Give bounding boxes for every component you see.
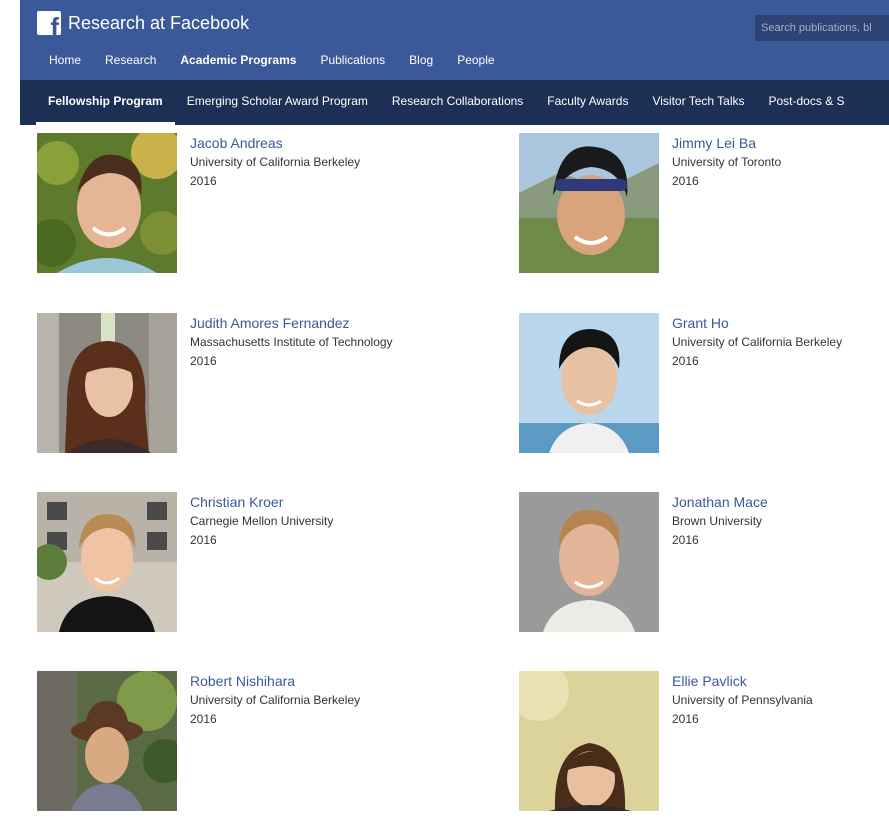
sub-nav: Fellowship Program Emerging Scholar Awar… (20, 80, 889, 125)
fellow-card: Jacob Andreas University of California B… (37, 133, 457, 293)
fellow-card: Grant Ho University of California Berkel… (519, 313, 889, 473)
fellow-info: Grant Ho University of California Berkel… (672, 315, 842, 369)
top-header: f Research at Facebook Search publicatio… (20, 0, 889, 80)
fellow-year: 2016 (190, 174, 217, 188)
fellow-name[interactable]: Grant Ho (672, 315, 842, 331)
fellow-info: Ellie Pavlick University of Pennsylvania… (672, 673, 813, 727)
subnav-visitor-tech-talks[interactable]: Visitor Tech Talks (640, 80, 756, 125)
fellow-info: Christian Kroer Carnegie Mellon Universi… (190, 494, 333, 548)
fellow-card: Christian Kroer Carnegie Mellon Universi… (37, 492, 457, 652)
fellow-year: 2016 (672, 354, 699, 368)
fellow-school: University of Pennsylvania (672, 693, 813, 707)
fellow-card: Jonathan Mace Brown University 2016 (519, 492, 889, 652)
fellow-year: 2016 (190, 712, 217, 726)
fellow-photo[interactable] (519, 671, 659, 811)
fellow-school: Carnegie Mellon University (190, 514, 334, 528)
fellow-name[interactable]: Jacob Andreas (190, 135, 360, 151)
fellow-photo[interactable] (37, 492, 177, 632)
fellow-year: 2016 (672, 174, 699, 188)
fellow-year: 2016 (672, 712, 699, 726)
nav-home[interactable]: Home (20, 44, 93, 80)
fellow-card: Judith Amores Fernandez Massachusetts In… (37, 313, 457, 473)
fellow-name[interactable]: Robert Nishihara (190, 673, 360, 689)
fellow-photo[interactable] (37, 671, 177, 811)
fellow-name[interactable]: Ellie Pavlick (672, 673, 813, 689)
fellow-info: Judith Amores Fernandez Massachusetts In… (190, 315, 393, 369)
subnav-fellowship-program[interactable]: Fellowship Program (20, 80, 175, 125)
site-title: Research at Facebook (68, 13, 250, 33)
fellow-school: Brown University (672, 514, 763, 528)
fellow-info: Jonathan Mace Brown University 2016 (672, 494, 768, 548)
fellow-card: Robert Nishihara University of Californi… (37, 671, 457, 831)
nav-blog[interactable]: Blog (397, 44, 445, 80)
fellow-school: Massachusetts Institute of Technology (190, 335, 393, 349)
fellow-school: University of Toronto (672, 155, 782, 169)
nav-people[interactable]: People (445, 44, 506, 80)
subnav-emerging-scholar[interactable]: Emerging Scholar Award Program (175, 80, 380, 125)
fellow-card: Ellie Pavlick University of Pennsylvania… (519, 671, 889, 831)
nav-research[interactable]: Research (93, 44, 168, 80)
subnav-post-docs[interactable]: Post-docs & S (757, 80, 857, 125)
fellow-school: University of California Berkeley (190, 693, 361, 707)
fellow-photo[interactable] (37, 313, 177, 453)
search-input[interactable]: Search publications, bl (755, 15, 889, 41)
fellow-name[interactable]: Christian Kroer (190, 494, 333, 510)
nav-academic-programs[interactable]: Academic Programs (168, 44, 308, 80)
subnav-faculty-awards[interactable]: Faculty Awards (535, 80, 640, 125)
fellow-card: Jimmy Lei Ba University of Toronto 2016 (519, 133, 889, 293)
fellow-school: University of California Berkeley (190, 155, 361, 169)
fellow-year: 2016 (190, 533, 217, 547)
facebook-logo-icon: f (37, 11, 61, 35)
fellow-name[interactable]: Jimmy Lei Ba (672, 135, 781, 151)
subnav-research-collaborations[interactable]: Research Collaborations (380, 80, 535, 125)
fellow-name[interactable]: Judith Amores Fernandez (190, 315, 393, 331)
fellow-year: 2016 (672, 533, 699, 547)
fellow-info: Jimmy Lei Ba University of Toronto 2016 (672, 135, 781, 189)
nav-publications[interactable]: Publications (308, 44, 397, 80)
fellow-name[interactable]: Jonathan Mace (672, 494, 768, 510)
fellow-year: 2016 (190, 354, 217, 368)
brand[interactable]: f Research at Facebook (37, 11, 249, 35)
fellow-photo[interactable] (519, 492, 659, 632)
fellow-info: Robert Nishihara University of Californi… (190, 673, 360, 727)
fellow-photo[interactable] (519, 313, 659, 453)
fellow-school: University of California Berkeley (672, 335, 843, 349)
fellow-photo[interactable] (37, 133, 177, 273)
main-nav: Home Research Academic Programs Publicat… (20, 44, 507, 80)
fellow-info: Jacob Andreas University of California B… (190, 135, 360, 189)
fellow-photo[interactable] (519, 133, 659, 273)
